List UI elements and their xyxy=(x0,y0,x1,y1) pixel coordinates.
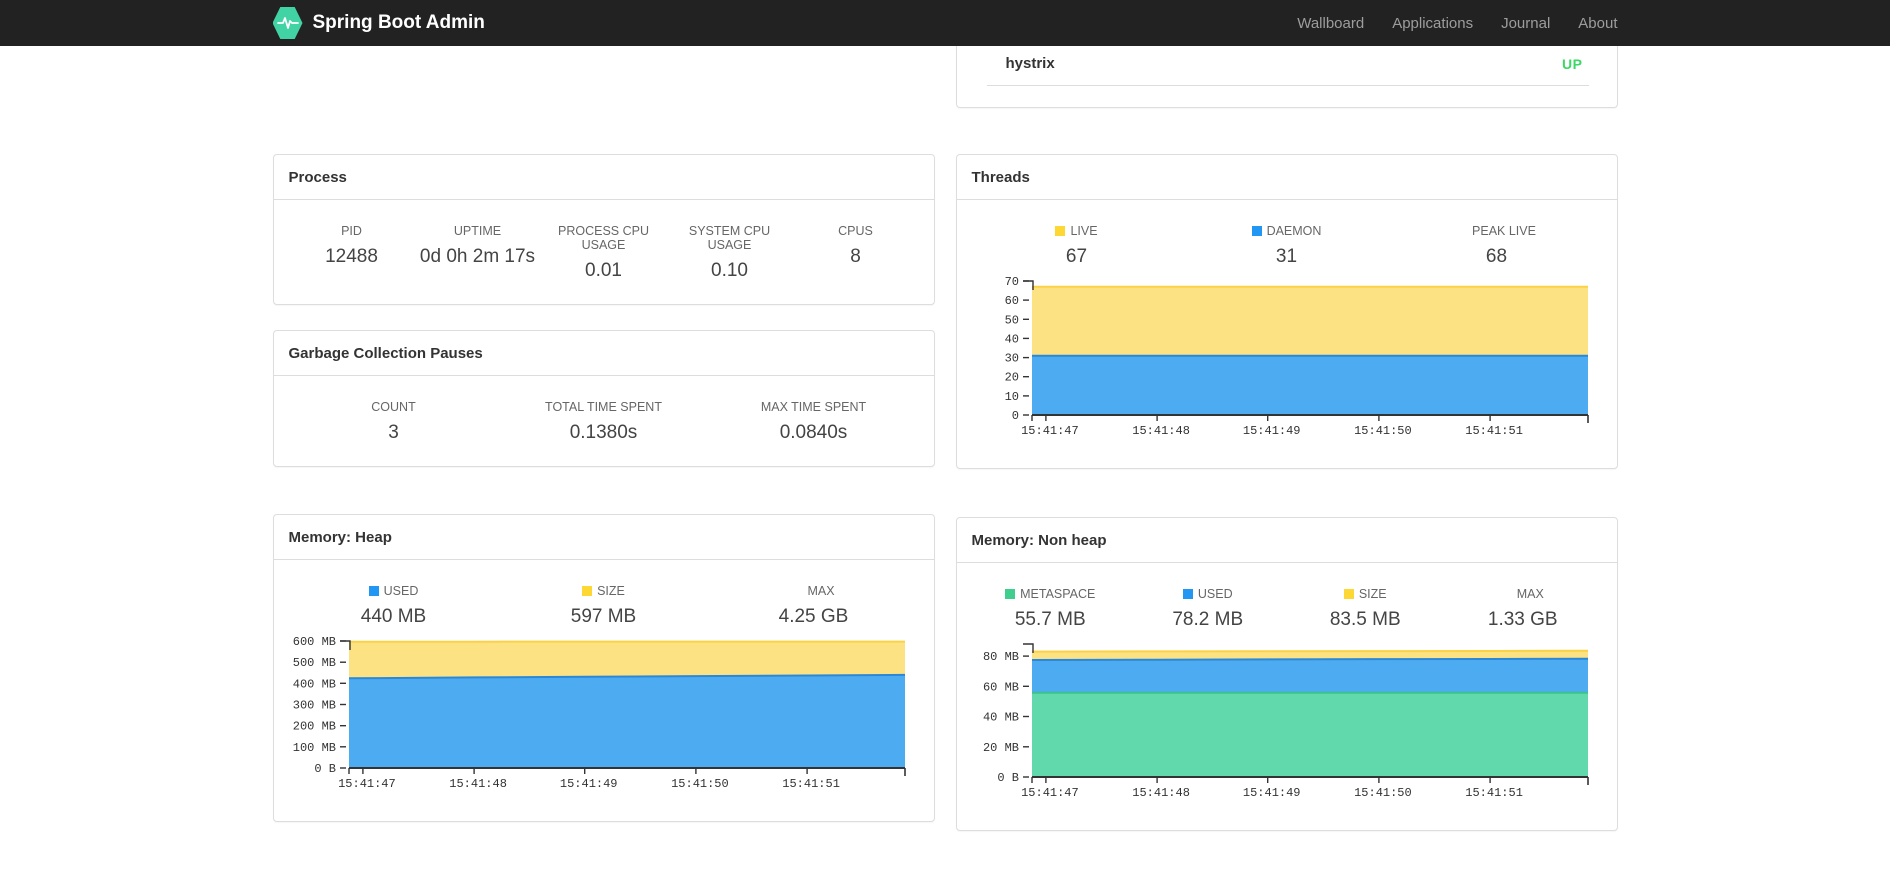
svg-text:15:41:48: 15:41:48 xyxy=(1132,786,1190,800)
svg-text:400 MB: 400 MB xyxy=(292,677,335,691)
svg-text:0: 0 xyxy=(1011,409,1018,423)
metric-system-cpu: SYSTEM CPU USAGE 0.10 xyxy=(688,224,771,281)
svg-text:15:41:50: 15:41:50 xyxy=(671,777,729,791)
metric-nonheap-used: USED 78.2 MB xyxy=(1172,587,1244,630)
metric-gc-count: COUNT 3 xyxy=(371,400,416,443)
nav-item-about[interactable]: About xyxy=(1564,15,1617,32)
health-card-cropped: hystrix UP xyxy=(955,46,1618,108)
svg-text:40 MB: 40 MB xyxy=(982,711,1018,725)
memory-nonheap-chart: 0 B 20 MB 40 MB 60 MB 80 MB 15:41:47 15:41:48 1… xyxy=(972,639,1602,808)
svg-text:15:41:47: 15:41:47 xyxy=(1021,424,1079,438)
left-column: Process PID 12488 UPTIME 0d 0h 2m 17s PR… xyxy=(272,46,935,822)
svg-text:15:41:51: 15:41:51 xyxy=(1465,424,1523,438)
heap-used-legend-icon xyxy=(368,586,379,596)
details-page: Process PID 12488 UPTIME 0d 0h 2m 17s PR… xyxy=(272,46,1618,831)
svg-text:20: 20 xyxy=(1004,371,1018,385)
nav-item-wallboard[interactable]: Wallboard xyxy=(1283,15,1378,32)
metric-gc-total-time: TOTAL TIME SPENT 0.1380s xyxy=(545,400,662,443)
gc-panel: Garbage Collection Pauses COUNT 3 TOTAL … xyxy=(272,330,935,467)
svg-text:0 B: 0 B xyxy=(314,762,336,776)
nonheap-size-legend-icon xyxy=(1343,589,1354,599)
metric-pid: PID 12488 xyxy=(325,224,378,267)
brand-title: Spring Boot Admin xyxy=(312,12,485,33)
metric-threads-live: LIVE 67 xyxy=(972,224,1182,268)
svg-text:60: 60 xyxy=(1004,294,1018,308)
svg-text:500 MB: 500 MB xyxy=(292,656,335,670)
svg-text:20 MB: 20 MB xyxy=(982,741,1018,755)
process-panel-title: Process xyxy=(273,155,934,200)
svg-text:300 MB: 300 MB xyxy=(292,699,335,713)
heap-size-legend-icon xyxy=(582,586,593,596)
svg-text:0 B: 0 B xyxy=(997,771,1019,785)
metric-heap-used: USED 440 MB xyxy=(360,584,427,627)
nonheap-metrics: METASPACE 55.7 MB USED 78.2 MB SIZE 83.5… xyxy=(972,563,1602,631)
threads-panel-title: Threads xyxy=(956,155,1617,200)
status-badge: UP xyxy=(1562,55,1583,72)
svg-text:200 MB: 200 MB xyxy=(292,720,335,734)
memory-nonheap-panel-title: Memory: Non heap xyxy=(956,518,1617,563)
svg-text:15:41:49: 15:41:49 xyxy=(1242,786,1300,800)
metric-process-cpu: PROCESS CPU USAGE 0.01 xyxy=(558,224,649,281)
metric-threads-peak-live: PEAK LIVE 68 xyxy=(1472,224,1536,267)
heap-metrics: USED 440 MB SIZE 597 MB MAX 4.25 GB xyxy=(289,560,919,628)
nonheap-used-legend-icon xyxy=(1182,589,1193,599)
svg-text:15:41:50: 15:41:50 xyxy=(1354,786,1412,800)
svg-text:15:41:48: 15:41:48 xyxy=(1132,424,1190,438)
process-panel: Process PID 12488 UPTIME 0d 0h 2m 17s PR… xyxy=(272,154,935,305)
svg-text:600 MB: 600 MB xyxy=(292,636,335,649)
svg-text:40: 40 xyxy=(1004,332,1018,346)
metric-heap-max: MAX 4.25 GB xyxy=(778,584,849,627)
svg-text:10: 10 xyxy=(1004,390,1018,404)
svg-text:80 MB: 80 MB xyxy=(982,650,1018,664)
svg-text:15:41:47: 15:41:47 xyxy=(1021,786,1079,800)
svg-text:70: 70 xyxy=(1004,276,1018,289)
metric-heap-size: SIZE 597 MB xyxy=(570,584,637,627)
threads-live-legend-icon xyxy=(1055,226,1066,236)
threads-panel: Threads LIVE 67 DAEMON 31 PEAK LIVE 68 0… xyxy=(955,154,1618,469)
metric-gc-max-time: MAX TIME SPENT 0.0840s xyxy=(760,400,867,443)
nonheap-metaspace-legend-icon xyxy=(1005,589,1016,599)
metric-cpus: CPUS 8 xyxy=(838,224,873,267)
right-column: hystrix UP Threads LIVE 67 DAEMON 31 PEA… xyxy=(955,46,1618,831)
svg-text:100 MB: 100 MB xyxy=(292,741,335,755)
threads-metrics: LIVE 67 DAEMON 31 PEAK LIVE 68 xyxy=(972,200,1602,268)
nav-item-journal[interactable]: Journal xyxy=(1487,15,1564,32)
svg-text:15:41:49: 15:41:49 xyxy=(559,777,617,791)
metric-uptime: UPTIME 0d 0h 2m 17s xyxy=(419,224,536,267)
threads-daemon-legend-icon xyxy=(1251,226,1262,236)
health-indicator-name: hystrix xyxy=(1005,55,1055,72)
threads-chart: 0 10 20 30 40 50 60 70 15:41:47 15:41:48 15:41:49 1… xyxy=(972,275,1602,446)
metric-nonheap-max: MAX 1.33 GB xyxy=(1487,587,1558,630)
memory-heap-panel: Memory: Heap USED 440 MB SIZE 597 MB MAX… xyxy=(272,514,935,822)
svg-text:15:41:51: 15:41:51 xyxy=(1465,786,1523,800)
pulse-logo-icon xyxy=(272,7,303,39)
metric-nonheap-metaspace: METASPACE 55.7 MB xyxy=(972,587,1130,631)
nav-item-applications[interactable]: Applications xyxy=(1378,15,1487,32)
metric-threads-daemon: DAEMON 31 xyxy=(1182,224,1392,268)
memory-heap-panel-title: Memory: Heap xyxy=(273,515,934,560)
main-nav: Wallboard Applications Journal About xyxy=(1283,15,1617,32)
health-row-hystrix: hystrix UP xyxy=(986,46,1589,86)
navbar: Spring Boot Admin Wallboard Applications… xyxy=(0,0,1890,46)
gc-metrics: COUNT 3 TOTAL TIME SPENT 0.1380s MAX TIM… xyxy=(289,376,919,444)
svg-text:15:41:47: 15:41:47 xyxy=(338,777,396,791)
svg-text:60 MB: 60 MB xyxy=(982,680,1018,694)
metric-nonheap-size: SIZE 83.5 MB xyxy=(1329,587,1401,630)
svg-text:15:41:50: 15:41:50 xyxy=(1354,424,1412,438)
svg-text:50: 50 xyxy=(1004,313,1018,327)
memory-heap-chart: 0 B 100 MB 200 MB 300 MB 400 MB 500 MB 600 MB 1… xyxy=(289,635,919,799)
svg-text:15:41:49: 15:41:49 xyxy=(1242,424,1300,438)
gc-panel-title: Garbage Collection Pauses xyxy=(273,331,934,376)
svg-text:30: 30 xyxy=(1004,352,1018,366)
memory-nonheap-panel: Memory: Non heap METASPACE 55.7 MB USED … xyxy=(955,517,1618,831)
process-metrics: PID 12488 UPTIME 0d 0h 2m 17s PROCESS CP… xyxy=(289,200,919,282)
svg-text:15:41:51: 15:41:51 xyxy=(782,777,840,791)
brand-link[interactable]: Spring Boot Admin xyxy=(272,7,485,39)
svg-text:15:41:48: 15:41:48 xyxy=(449,777,507,791)
